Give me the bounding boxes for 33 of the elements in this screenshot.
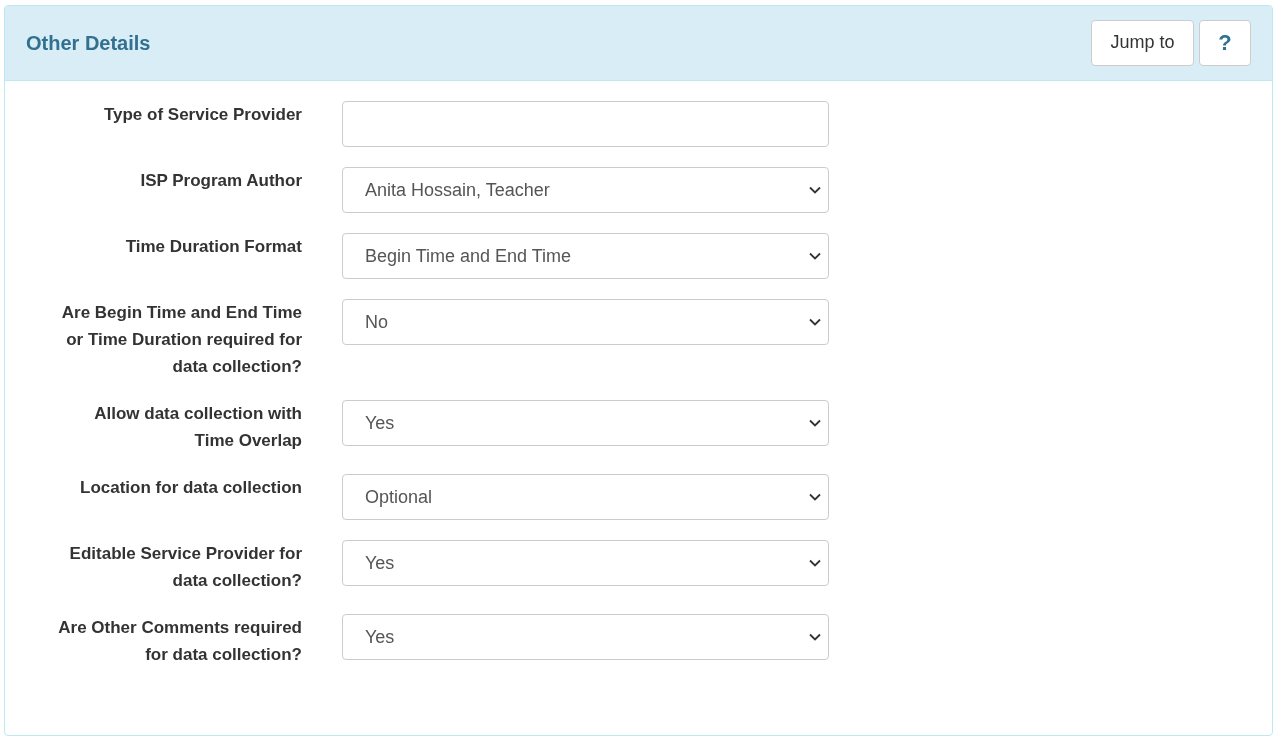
dropdown-value: Anita Hossain, Teacher — [365, 179, 550, 201]
field-label: Allow data collection with Time Overlap — [93, 403, 302, 452]
dropdown-field[interactable]: Optional — [342, 474, 829, 520]
dropdown-field[interactable]: Yes — [342, 540, 829, 586]
help-button[interactable]: ? — [1199, 19, 1251, 66]
field-label: Are Begin Time and End Time or Time Duration required for data collection? — [60, 302, 302, 378]
dropdown-value: Begin Time and End Time — [365, 245, 572, 267]
field-label: Time Duration Format — [124, 236, 302, 258]
dropdown-value: Yes — [365, 552, 395, 574]
field-label: ISP Program Author — [139, 170, 302, 192]
field-label: Type of Service Provider — [102, 104, 302, 126]
chevron-down-icon — [809, 419, 821, 427]
dropdown-field[interactable]: Anita Hossain, Teacher — [342, 167, 829, 213]
dropdown-field[interactable]: Begin Time and End Time — [342, 233, 829, 279]
dropdown-field[interactable]: Yes — [342, 614, 829, 660]
panel-title: Other Details — [26, 31, 151, 55]
field-label: Editable Service Provider for data collection? — [68, 543, 302, 592]
chevron-down-icon — [809, 318, 821, 326]
chevron-down-icon — [809, 633, 821, 641]
chevron-down-icon — [809, 252, 821, 260]
chevron-down-icon — [809, 186, 821, 194]
jump-to-button[interactable]: Jump to — [1091, 19, 1194, 66]
dropdown-value: No — [365, 311, 388, 333]
dropdown-value: Optional — [365, 486, 433, 508]
dropdown-value: Yes — [365, 412, 395, 434]
chevron-down-icon — [809, 559, 821, 567]
field-label: Are Other Comments required for data collection? — [57, 617, 302, 666]
field-label: Location for data collection — [79, 477, 302, 499]
dropdown-field[interactable]: No — [342, 299, 829, 345]
dropdown-field[interactable]: Yes — [342, 400, 829, 446]
text-input-field[interactable] — [342, 101, 829, 147]
dropdown-value: Yes — [365, 626, 395, 648]
chevron-down-icon — [809, 493, 821, 501]
